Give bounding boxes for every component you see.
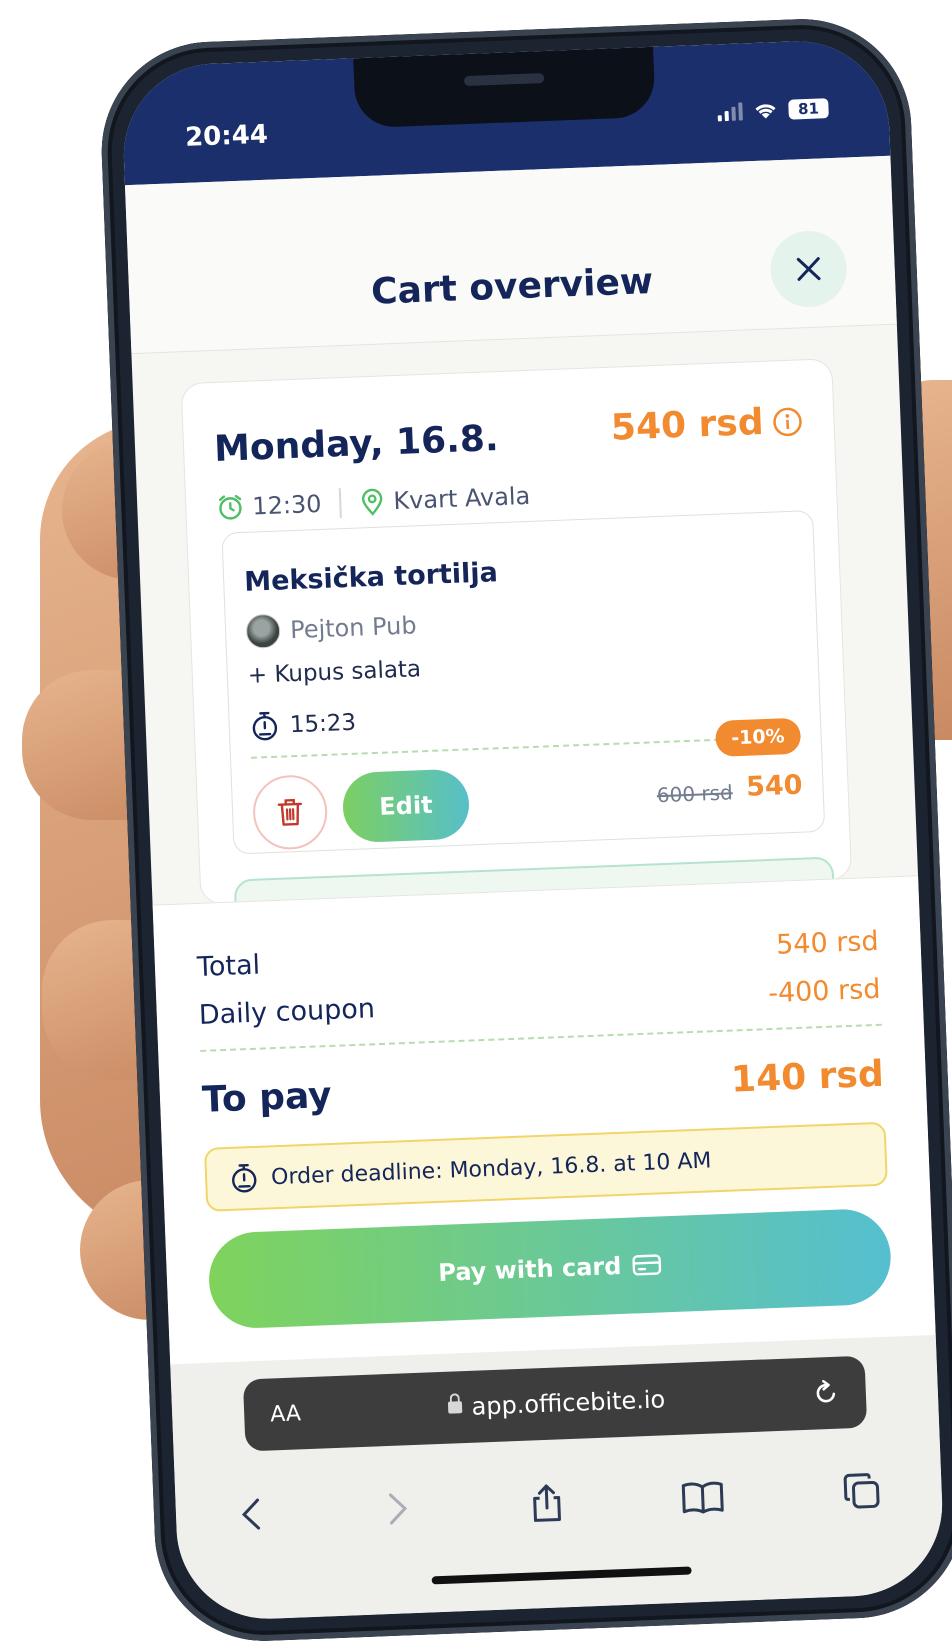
wifi-icon	[755, 104, 776, 119]
restaurant-name: Pejton Pub	[289, 611, 418, 645]
browser-nav	[235, 1455, 883, 1550]
cart-header: Cart overview	[124, 155, 897, 355]
forward-icon[interactable]	[382, 1488, 414, 1529]
location-pin-icon	[362, 488, 383, 516]
item-addon: + Kupus salata	[247, 656, 422, 689]
credit-card-icon	[631, 1254, 661, 1276]
to-pay-label: To pay	[201, 1074, 333, 1121]
to-pay-row: To pay 140 rsd	[201, 1054, 884, 1121]
dashed-divider	[200, 1023, 882, 1052]
order-summary: Total 540 rsd Daily coupon -400 rsd To p…	[152, 875, 936, 1366]
discount-badge: -10%	[714, 717, 802, 757]
status-icons: 81	[717, 98, 829, 122]
delete-item-button[interactable]	[251, 773, 329, 851]
deadline-text: Order deadline: Monday, 16.8. at 10 AM	[270, 1147, 712, 1190]
text-size-button[interactable]: AA	[270, 1401, 302, 1427]
day-title: Monday, 16.8.	[213, 418, 500, 470]
reload-icon[interactable]	[811, 1379, 840, 1408]
coupon-row: Daily coupon -400 rsd	[198, 974, 881, 1031]
day-total: 540 rsd	[610, 400, 804, 449]
back-icon[interactable]	[235, 1494, 267, 1535]
alarm-clock-icon	[218, 494, 242, 520]
bookmarks-icon[interactable]	[680, 1478, 725, 1516]
speaker	[464, 73, 545, 87]
restaurant: Pejton Pub	[245, 608, 418, 649]
new-price: 540	[745, 769, 804, 803]
cart-item-card: Meksička tortilja Pejton Pub + Kupus sal…	[221, 510, 826, 855]
url-text: app.officebite.io	[471, 1385, 666, 1421]
home-indicator	[431, 1566, 692, 1585]
share-icon[interactable]	[529, 1481, 565, 1524]
to-pay-value: 140 rsd	[730, 1053, 885, 1101]
url-bar[interactable]: AA app.officebite.io	[242, 1355, 868, 1452]
delivery-time: 12:30	[251, 489, 323, 521]
browser-chrome: AA app.officebite.io	[170, 1334, 946, 1623]
stopwatch-icon	[252, 711, 278, 741]
phone-frame: 20:44 81 Cart overview Monday, 16.8. 540…	[97, 15, 952, 1645]
delivery-meta: 12:30 Kvart Avala	[216, 481, 531, 523]
phone-screen: 20:44 81 Cart overview Monday, 16.8. 540…	[120, 37, 946, 1623]
delivery-location: Kvart Avala	[392, 481, 531, 516]
stopwatch-icon	[232, 1164, 257, 1193]
trash-icon	[277, 798, 303, 826]
signal-icon	[717, 102, 743, 122]
deadline-banner: Order deadline: Monday, 16.8. at 10 AM	[203, 1121, 888, 1212]
restaurant-avatar	[245, 613, 281, 649]
lock-icon	[447, 1401, 462, 1414]
battery-icon: 81	[788, 98, 829, 120]
total-row: Total 540 rsd	[196, 926, 879, 983]
day-total-value: 540 rsd	[610, 401, 765, 449]
coupon-value: -400 rsd	[767, 973, 881, 1010]
old-price: 600 rsd	[656, 780, 734, 808]
coupon-label: Daily coupon	[198, 993, 376, 1031]
day-order-card: Monday, 16.8. 540 rsd 12:30 Kvart Avala …	[180, 358, 853, 905]
tabs-icon[interactable]	[841, 1470, 883, 1512]
close-icon	[796, 257, 821, 281]
pay-with-card-button[interactable]: Pay with card	[207, 1207, 893, 1330]
edit-item-button[interactable]: Edit	[341, 768, 471, 844]
total-label: Total	[196, 949, 261, 983]
notch	[353, 46, 656, 129]
info-icon[interactable]	[771, 405, 804, 438]
status-time: 20:44	[184, 119, 269, 153]
total-value: 540 rsd	[775, 925, 880, 961]
prep-time: 15:23	[289, 709, 357, 739]
pay-label: Pay with card	[437, 1251, 622, 1287]
url-display: app.officebite.io	[300, 1380, 812, 1428]
item-name: Meksička tortilja	[243, 557, 499, 598]
divider	[338, 488, 343, 519]
prep-timer: 15:23	[249, 707, 357, 743]
